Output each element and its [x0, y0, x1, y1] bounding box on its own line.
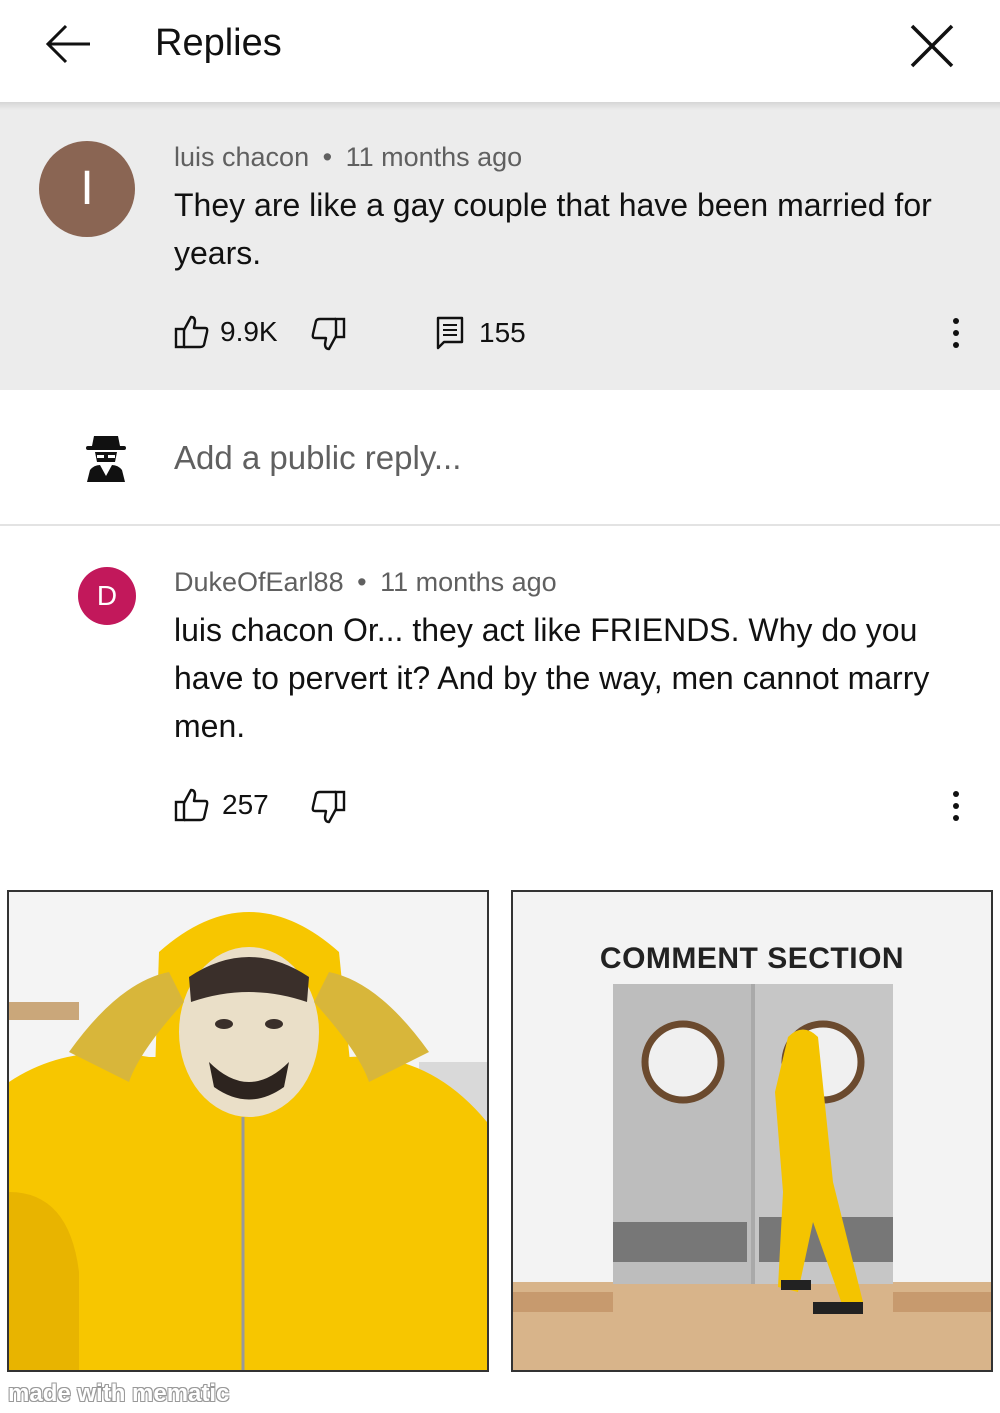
close-icon[interactable] [906, 20, 958, 72]
comment-icon [436, 316, 464, 350]
meta-separator: • [322, 142, 333, 172]
top-bar: Replies [0, 0, 1000, 102]
like-button[interactable]: 9.9K [174, 314, 278, 350]
comment-author[interactable]: luis chacon [174, 142, 309, 172]
avatar[interactable]: I [39, 141, 135, 237]
meme-panel-comment-section: COMMENT SECTION [511, 890, 993, 1372]
comment-meta: luis chacon • 11 months ago [174, 142, 522, 173]
comment-text: They are like a gay couple that have bee… [174, 187, 932, 271]
incognito-spy-icon [86, 436, 126, 482]
dislike-button[interactable] [310, 316, 346, 352]
more-options-icon[interactable] [951, 318, 961, 352]
thumb-up-icon [174, 315, 209, 349]
comment-time: 11 months ago [345, 142, 523, 172]
mematic-watermark: made with mematic [8, 1380, 230, 1407]
like-count: 9.9K [220, 316, 278, 347]
comment-time: 11 months ago [380, 567, 557, 597]
more-options-icon[interactable] [951, 791, 961, 825]
reply-count: 155 [479, 317, 526, 348]
header-shadow [0, 102, 1000, 110]
comment-text: luis chacon Or... they act like FRIENDS.… [174, 612, 930, 744]
reply-input-row [0, 390, 1000, 526]
hazmat-man-illustration [9, 912, 487, 1370]
avatar[interactable]: D [78, 567, 136, 625]
dislike-button[interactable] [310, 789, 346, 825]
thumb-up-icon [174, 788, 209, 822]
panel-caption: COMMENT SECTION [599, 942, 905, 975]
reply-input[interactable] [174, 430, 934, 486]
comment-author[interactable]: DukeOfEarl88 [174, 567, 344, 597]
replies-button[interactable]: 155 [436, 316, 526, 350]
comment-meta: DukeOfEarl88 • 11 months ago [174, 567, 557, 598]
meme-image: COMMENT SECTION made with mematic [0, 880, 1000, 1413]
meme-panel-hazmat-man [7, 890, 489, 1372]
like-button[interactable]: 257 [174, 787, 269, 823]
page-title: Replies [155, 22, 282, 64]
meta-separator: • [357, 567, 367, 597]
thumb-down-icon [311, 317, 346, 351]
arrow-left-icon[interactable] [44, 22, 94, 66]
thumb-down-icon [311, 790, 346, 824]
like-count: 257 [222, 789, 269, 820]
